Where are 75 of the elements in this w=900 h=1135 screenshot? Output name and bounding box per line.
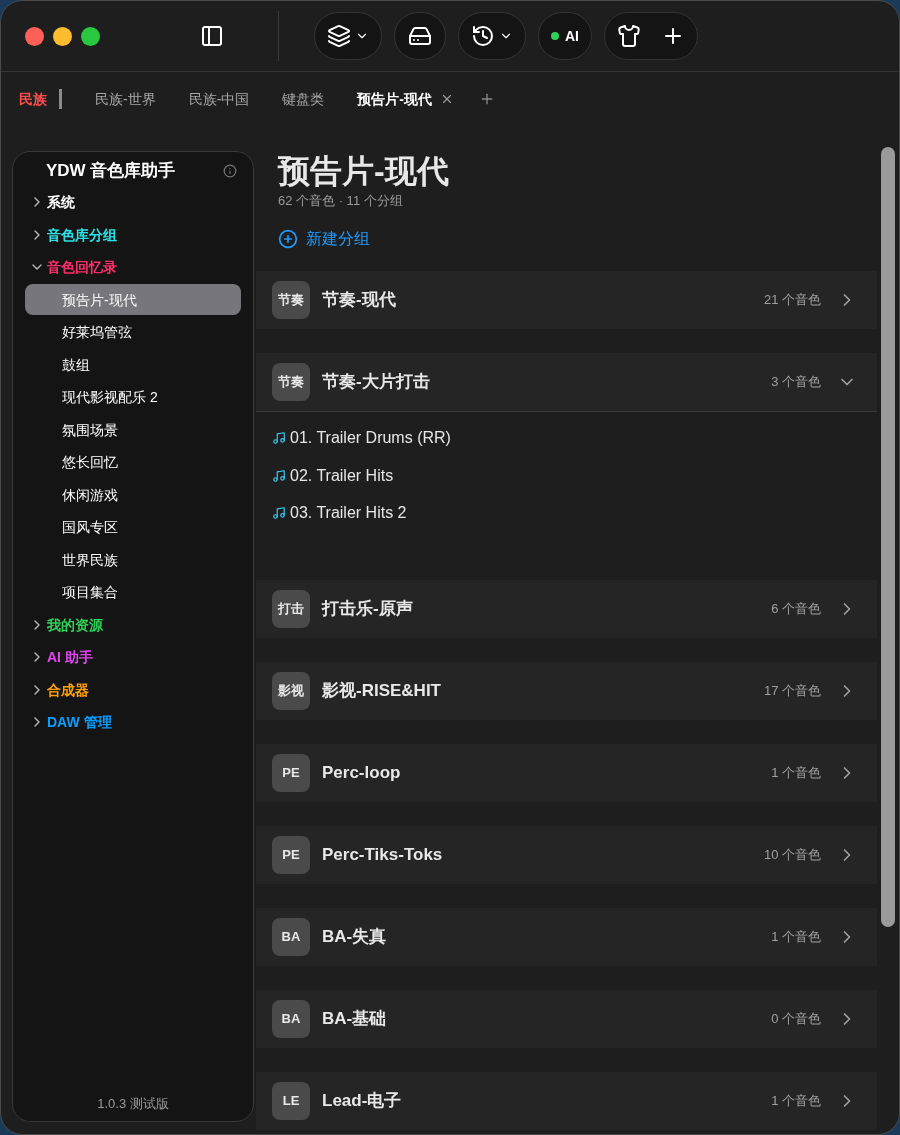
tab[interactable]: 键盘类 <box>282 88 325 109</box>
sound-count: 10 个音色 <box>763 846 821 865</box>
sidebar-item[interactable]: 预告片-现代 <box>25 284 241 316</box>
sidebar-group[interactable]: 合成器 <box>47 679 89 700</box>
close-button[interactable] <box>25 26 44 46</box>
app-title: YDW 音色库助手 <box>46 160 176 183</box>
track-name[interactable]: 01. Trailer Drums (RR) <box>290 426 451 451</box>
page-subtitle: 62 个音色 · 11 个分组 <box>278 192 404 210</box>
group-badge: PE <box>272 836 310 874</box>
drive-button[interactable] <box>394 12 446 60</box>
ai-button[interactable]: AI <box>538 12 592 60</box>
group-name[interactable]: Lead-电子 <box>322 1088 402 1114</box>
sound-count: 3 个音色 <box>771 372 821 391</box>
history-icon <box>471 24 495 48</box>
group-name[interactable]: BA-基础 <box>322 1006 387 1032</box>
sidebar-item[interactable]: 氛围场景 <box>25 414 241 446</box>
sidebar-group[interactable]: 音色库分组 <box>47 224 117 245</box>
scrollbar[interactable] <box>881 147 895 927</box>
sidebar-item[interactable]: 世界民族 <box>25 544 241 576</box>
music-note-icon <box>272 506 286 521</box>
history-button[interactable] <box>458 12 526 60</box>
version-label: 1.0.3 测试版 <box>97 1094 169 1113</box>
music-note-icon <box>272 431 286 446</box>
add-circle-icon <box>278 228 298 249</box>
group-name[interactable]: BA-失真 <box>322 924 387 950</box>
track-name[interactable]: 02. Trailer Hits <box>290 463 394 488</box>
group-badge: BA <box>272 918 310 956</box>
sound-count: 0 个音色 <box>771 1010 821 1029</box>
sidebar-item[interactable]: 国风专区 <box>25 511 241 543</box>
sidebar-group[interactable]: 系统 <box>47 192 75 213</box>
sound-count: 1 个音色 <box>771 1092 821 1111</box>
group-badge: 节奏 <box>272 362 310 401</box>
sidebar-group[interactable]: AI 助手 <box>47 647 93 668</box>
group-name[interactable]: 节奏-现代 <box>322 286 396 313</box>
sound-count: 17 个音色 <box>763 682 821 701</box>
group-badge: 影视 <box>272 672 310 710</box>
sound-count: 6 个音色 <box>771 600 821 619</box>
group-name[interactable]: 影视-RISE&HIT <box>322 678 441 704</box>
sidebar-toggle-icon[interactable] <box>200 24 224 48</box>
sidebar-item[interactable]: 现代影视配乐 2 <box>25 381 241 413</box>
group-badge: PE <box>272 754 310 792</box>
track-name[interactable]: 03. Trailer Hits 2 <box>290 501 407 526</box>
sidebar-item[interactable]: 项目集合 <box>25 576 241 608</box>
group-badge: BA <box>272 1000 310 1038</box>
sidebar-group[interactable]: 音色回忆录 <box>47 257 117 278</box>
new-group-button[interactable]: 新建分组 <box>278 226 370 251</box>
zoom-button[interactable] <box>81 26 100 46</box>
sidebar-item[interactable]: 好莱坞管弦 <box>25 316 241 348</box>
sound-count: 21 个音色 <box>763 290 821 309</box>
group-badge: 打击 <box>272 590 310 628</box>
shirt-icon[interactable] <box>617 24 641 48</box>
layers-button[interactable] <box>314 12 382 60</box>
tab[interactable]: 民族-中国 <box>188 88 250 109</box>
info-icon[interactable] <box>223 164 237 178</box>
tab[interactable]: 民族-世界 <box>95 88 156 109</box>
layers-icon <box>327 24 351 48</box>
sound-count: 1 个音色 <box>771 928 821 947</box>
sidebar-group[interactable]: 我的资源 <box>47 614 103 635</box>
sidebar-group[interactable]: DAW 管理 <box>47 712 112 733</box>
sidebar-item[interactable]: 鼓组 <box>25 349 241 381</box>
group-badge: LE <box>272 1082 310 1120</box>
music-note-icon <box>272 468 286 483</box>
page-title: 预告片-现代 <box>278 152 450 191</box>
drive-icon <box>408 24 432 48</box>
group-name[interactable]: 节奏-大片打击 <box>322 368 430 395</box>
group-name[interactable]: 打击乐-原声 <box>322 596 413 622</box>
group-name[interactable]: Perc-Tiks-Toks <box>322 842 443 868</box>
group-badge: 节奏 <box>272 280 310 319</box>
tab[interactable]: 预告片-现代 <box>357 88 432 109</box>
sidebar-item[interactable]: 休闲游戏 <box>25 479 241 511</box>
minimize-button[interactable] <box>53 26 72 46</box>
tab[interactable]: 民族 <box>19 88 47 109</box>
sidebar-item[interactable]: 悠长回忆 <box>25 446 241 478</box>
sound-count: 1 个音色 <box>771 764 821 783</box>
group-name[interactable]: Perc-loop <box>322 760 401 786</box>
